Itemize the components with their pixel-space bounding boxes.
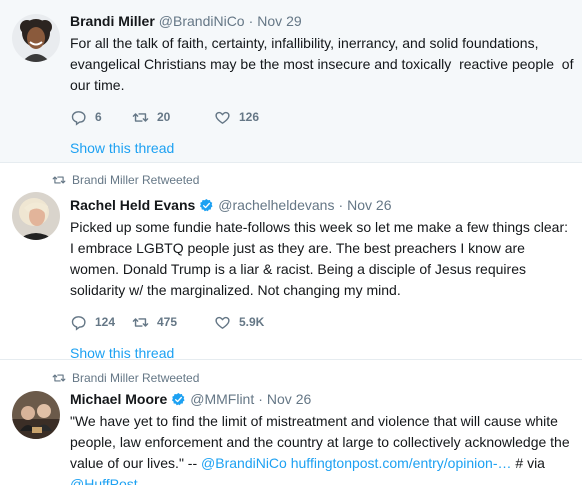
reply-icon <box>71 110 86 126</box>
tweet[interactable]: Brandi Miller Retweeted Michael Moore @M… <box>0 361 582 485</box>
reply-count: 124 <box>95 315 116 329</box>
tweet-content: Michael Moore @MMFlint · Nov 26 "We have… <box>70 390 575 485</box>
heart-icon <box>215 111 230 124</box>
retweet-icon <box>132 112 149 122</box>
author-handle[interactable]: @BrandiNiCo <box>159 12 245 30</box>
tweet-header: Brandi Miller @BrandiNiCo · Nov 29 <box>70 12 575 30</box>
reply-button[interactable]: 6 <box>70 109 132 126</box>
tweet[interactable]: Brandi Miller Retweeted Rachel Held Evan… <box>0 164 582 361</box>
retweet-icon <box>132 317 149 327</box>
avatar[interactable] <box>12 14 60 62</box>
retweet-context: Brandi Miller Retweeted <box>52 371 199 385</box>
retweet-button[interactable]: 20 <box>132 109 214 126</box>
tweet-text: Picked up some fundie hate-follows this … <box>70 219 572 298</box>
like-count: 5.9K <box>239 315 265 329</box>
mention-link[interactable]: @BrandiNiCo <box>201 455 287 471</box>
like-button[interactable]: 5.9K <box>214 314 294 331</box>
timestamp[interactable]: Nov 26 <box>267 390 311 408</box>
like-count: 126 <box>239 110 260 124</box>
verified-badge-icon <box>172 392 185 405</box>
tweet-text-tail: # via <box>511 455 549 471</box>
author-handle[interactable]: @rachelheldevans <box>218 196 334 214</box>
retweet-context-label[interactable]: Brandi Miller Retweeted <box>72 173 199 187</box>
retweet-count: 475 <box>157 315 178 329</box>
verified-badge-icon <box>200 198 213 211</box>
tweet-actions: 6 20 126 <box>70 107 575 127</box>
retweet-small-icon <box>52 176 66 184</box>
author-handle[interactable]: @MMFlint <box>190 390 254 408</box>
tweet-content: Rachel Held Evans @rachelheldevans · Nov… <box>70 196 575 361</box>
reply-count: 6 <box>95 110 102 124</box>
like-button[interactable]: 126 <box>214 109 294 126</box>
retweet-context: Brandi Miller Retweeted <box>52 173 199 187</box>
tweet-content: Brandi Miller @BrandiNiCo · Nov 29 For a… <box>70 12 575 156</box>
timestamp[interactable]: Nov 29 <box>257 12 301 30</box>
retweet-small-icon <box>52 374 66 382</box>
tweet-header: Michael Moore @MMFlint · Nov 26 <box>70 390 575 408</box>
url-link[interactable]: huffingtonpost.com/entry/opinion-… <box>291 455 512 471</box>
tweet-actions: 124 475 5.9K <box>70 312 575 332</box>
show-thread-link[interactable]: Show this thread <box>70 345 575 361</box>
show-thread-link[interactable]: Show this thread <box>70 140 575 156</box>
separator: · <box>338 197 344 213</box>
author-name[interactable]: Brandi Miller <box>70 12 155 30</box>
tweet-text: For all the talk of faith, certainty, in… <box>70 35 578 93</box>
author-name[interactable]: Rachel Held Evans <box>70 196 195 214</box>
heart-icon <box>215 316 230 329</box>
retweet-count: 20 <box>157 110 171 124</box>
mention-link[interactable]: @HuffPost <box>70 476 138 485</box>
reply-button[interactable]: 124 <box>70 314 132 331</box>
separator: · <box>248 13 254 29</box>
avatar[interactable] <box>12 391 60 439</box>
tweet-text: "We have yet to find the limit of mistre… <box>70 411 575 485</box>
separator: · <box>258 391 263 407</box>
retweet-context-label[interactable]: Brandi Miller Retweeted <box>72 371 199 385</box>
author-name[interactable]: Michael Moore <box>70 390 167 408</box>
avatar[interactable] <box>12 192 60 240</box>
reply-icon <box>71 315 86 331</box>
tweet-header: Rachel Held Evans @rachelheldevans · Nov… <box>70 196 575 214</box>
timestamp[interactable]: Nov 26 <box>347 196 391 214</box>
retweet-button[interactable]: 475 <box>132 314 214 331</box>
tweet[interactable]: Brandi Miller @BrandiNiCo · Nov 29 For a… <box>0 0 582 163</box>
timeline: Brandi Miller @BrandiNiCo · Nov 29 For a… <box>0 0 582 485</box>
